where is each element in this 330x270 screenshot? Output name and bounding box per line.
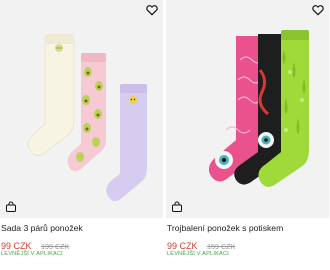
current-price: 99 CZK [1, 241, 32, 251]
product-grid: Sada 3 párů ponožek 99 CZK 199 CZK LEVNĚ… [0, 0, 330, 270]
product-title[interactable]: Trojbalení ponožek s potiskem [167, 223, 283, 233]
original-price: 159 CZK [206, 242, 236, 251]
heart-outline-icon[interactable] [145, 3, 159, 17]
shopping-bag-icon[interactable] [171, 200, 183, 212]
original-price: 199 CZK [40, 242, 70, 251]
app-discount-badge: LEVNĚJŠÍ V APLIKACI [1, 251, 63, 257]
heart-outline-icon[interactable] [311, 3, 325, 17]
app-discount-badge: LEVNĚJŠÍ V APLIKACI [167, 251, 229, 257]
current-price: 99 CZK [167, 241, 198, 251]
product-image[interactable] [166, 0, 329, 218]
socks-illustration-printed [208, 30, 309, 187]
product-card-socks-3-pack[interactable]: Sada 3 párů ponožek 99 CZK 199 CZK LEVNĚ… [0, 0, 163, 270]
product-image[interactable] [0, 0, 163, 218]
shopping-bag-icon[interactable] [5, 200, 17, 212]
socks-illustration-pastel [27, 34, 147, 202]
product-card-printed-socks[interactable]: Trojbalení ponožek s potiskem 99 CZK 159… [166, 0, 329, 270]
product-title[interactable]: Sada 3 párů ponožek [1, 223, 83, 233]
